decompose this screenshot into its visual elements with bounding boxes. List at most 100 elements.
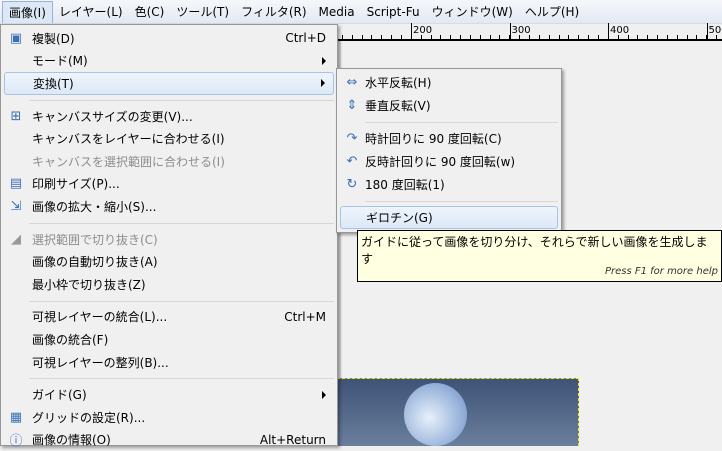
menu-item-label: モード(M) xyxy=(32,52,88,69)
menu-item-1[interactable]: モード(M) xyxy=(4,50,334,73)
menu-item-label: 変換(T) xyxy=(33,75,74,92)
menu-4[interactable]: フィルタ(R) xyxy=(235,1,312,23)
menu-item-11[interactable]: 画像の自動切り抜き(A) xyxy=(4,250,334,273)
menu-item-20[interactable]: ⓘ画像の情報(O)Alt+Return xyxy=(4,429,334,451)
menu-item-2[interactable]: 変換(T) xyxy=(4,72,334,95)
menu-item-3[interactable]: ↷ 時計回りに 90 度回転(C) xyxy=(340,127,558,150)
menu-6[interactable]: Script-Fu xyxy=(361,1,426,23)
ruler-major-tick xyxy=(608,23,609,39)
ruler-tick xyxy=(342,35,343,39)
print-size-icon: ▤ xyxy=(8,176,24,192)
menu-item-5[interactable]: ↻ 180 度回転(1) xyxy=(340,173,558,196)
menu-item-18[interactable]: ガイド(G) xyxy=(4,383,334,406)
scale-image-icon: ⇲ xyxy=(8,198,24,214)
tooltip: ガイドに従って画像を切り分け、それらで新しい画像を生成します Press F1 … xyxy=(357,230,722,282)
menu-item-15[interactable]: 画像の統合(F) xyxy=(4,328,334,351)
menu-0[interactable]: 画像(I) xyxy=(2,1,53,23)
transform-submenu: ⇔水平反転(H)⇕垂直反転(V) ↷ 時計回りに 90 度回転(C) ↶反時計回りに … xyxy=(336,68,562,233)
ruler-tick xyxy=(696,35,697,39)
menu-item-label: 最小枠で切り抜き(Z) xyxy=(32,276,146,293)
ruler-tick xyxy=(362,35,363,39)
ruler-tick xyxy=(440,35,441,39)
menu-item-label: 反時計回りに 90 度回転(w) xyxy=(365,153,515,170)
menu-item-label: 時計回りに 90 度回転(C) xyxy=(365,130,502,147)
menu-7[interactable]: ウィンドウ(W) xyxy=(426,1,519,23)
ruler-label: 500 xyxy=(709,25,722,36)
menu-3[interactable]: ツール(T) xyxy=(170,1,235,23)
submenu-arrow-icon xyxy=(322,57,326,65)
ruler-major-tick xyxy=(411,23,412,39)
menu-item-0[interactable]: ⇔水平反転(H) xyxy=(340,71,558,94)
image-menu: ▣複製(D)Ctrl+D モード(M) 変換(T) ⊞キャンバスサイズの変更(V)..… xyxy=(0,24,338,446)
ruler-tick xyxy=(677,35,678,39)
menu-item-label: ガイド(G) xyxy=(32,386,87,403)
menu-5[interactable]: Media xyxy=(313,1,361,23)
menu-item-label: 印刷サイズ(P)... xyxy=(32,175,120,192)
image-canvas[interactable] xyxy=(337,378,579,446)
flip-vertical-icon: ⇕ xyxy=(344,98,360,114)
menu-item-8[interactable]: ⇲画像の拡大・縮小(S)... xyxy=(4,195,334,218)
menu-separator xyxy=(29,301,334,302)
ruler-major-tick xyxy=(510,23,511,39)
menu-item-0[interactable]: ▣複製(D)Ctrl+D xyxy=(4,27,334,50)
ruler-label: 200 xyxy=(413,25,432,36)
ruler-tick xyxy=(578,35,579,39)
ruler-tick xyxy=(391,35,392,39)
tooltip-help: Press F1 for more help xyxy=(605,266,718,277)
menu-item-4[interactable]: ↶反時計回りに 90 度回転(w) xyxy=(340,150,558,173)
ruler-tick xyxy=(381,35,382,39)
rotate-180-icon: ↻ xyxy=(344,177,360,193)
info-icon: ⓘ xyxy=(8,432,24,448)
duplicate-icon: ▣ xyxy=(8,30,24,46)
menu-item-7[interactable]: ギロチン(G) xyxy=(340,206,558,229)
menu-item-10: ◢選択範囲で切り抜き(C) xyxy=(4,228,334,251)
menu-item-label: ギロチン(G) xyxy=(366,209,433,226)
ruler-tick xyxy=(371,35,372,39)
ruler-tick xyxy=(657,35,658,39)
menu-bar: 画像(I)レイヤー(L)色(C)ツール(T)フィルタ(R)MediaScript… xyxy=(0,0,722,24)
menu-1[interactable]: レイヤー(L) xyxy=(53,1,129,23)
menu-item-label: グリッドの設定(R)... xyxy=(32,409,145,426)
menu-item-label: 可視レイヤーの統合(L)... xyxy=(32,308,167,325)
menu-item-label: 画像の自動切り抜き(A) xyxy=(32,253,158,270)
ruler-tick xyxy=(539,35,540,39)
menu-item-12[interactable]: 最小枠で切り抜き(Z) xyxy=(4,273,334,296)
submenu-arrow-icon xyxy=(321,79,325,87)
ruler-tick xyxy=(667,35,668,39)
menu-separator xyxy=(365,122,558,123)
menu-item-label: 画像の統合(F) xyxy=(32,331,108,348)
menu-item-7[interactable]: ▤ 印刷サイズ(P)... xyxy=(4,173,334,196)
shortcut: Alt+Return xyxy=(260,433,326,447)
ruler-tick xyxy=(549,35,550,39)
ruler-tick xyxy=(588,35,589,39)
menu-item-19[interactable]: ▦ グリッドの設定(R)... xyxy=(4,406,334,429)
shortcut: Ctrl+M xyxy=(284,310,326,324)
grid-icon: ▦ xyxy=(8,409,24,425)
menu-8[interactable]: ヘルプ(H) xyxy=(519,1,585,23)
menu-item-label: キャンバスを選択範囲に合わせる(I) xyxy=(32,153,225,170)
menu-item-5[interactable]: キャンバスをレイヤーに合わせる(I) xyxy=(4,127,334,150)
menu-item-4[interactable]: ⊞キャンバスサイズの変更(V)... xyxy=(4,105,334,128)
ruler-tick xyxy=(559,35,560,39)
submenu-arrow-icon xyxy=(322,391,326,399)
ruler-tick xyxy=(490,35,491,39)
menu-item-label: 水平反転(H) xyxy=(365,74,431,91)
menu-item-16[interactable]: 可視レイヤーの整列(B)... xyxy=(4,351,334,374)
menu-2[interactable]: 色(C) xyxy=(129,1,171,23)
ruler-tick xyxy=(460,35,461,39)
menu-item-label: 180 度回転(1) xyxy=(365,176,445,193)
horizontal-ruler: 200300400500 xyxy=(337,24,722,41)
rotate-cw-icon: ↷ xyxy=(344,131,360,147)
ruler-tick xyxy=(637,35,638,39)
menu-item-label: 選択範囲で切り抜き(C) xyxy=(32,231,158,248)
ruler-tick xyxy=(450,35,451,39)
ruler-tick xyxy=(687,35,688,39)
menu-separator xyxy=(365,201,558,202)
menu-item-label: キャンバスをレイヤーに合わせる(I) xyxy=(32,130,225,147)
menu-item-1[interactable]: ⇕垂直反転(V) xyxy=(340,94,558,117)
menu-separator xyxy=(29,378,334,379)
menu-item-14[interactable]: 可視レイヤーの統合(L)... Ctrl+M xyxy=(4,306,334,329)
ruler-tick xyxy=(470,35,471,39)
menu-item-label: 可視レイヤーの整列(B)... xyxy=(32,354,169,371)
ruler-tick xyxy=(480,35,481,39)
